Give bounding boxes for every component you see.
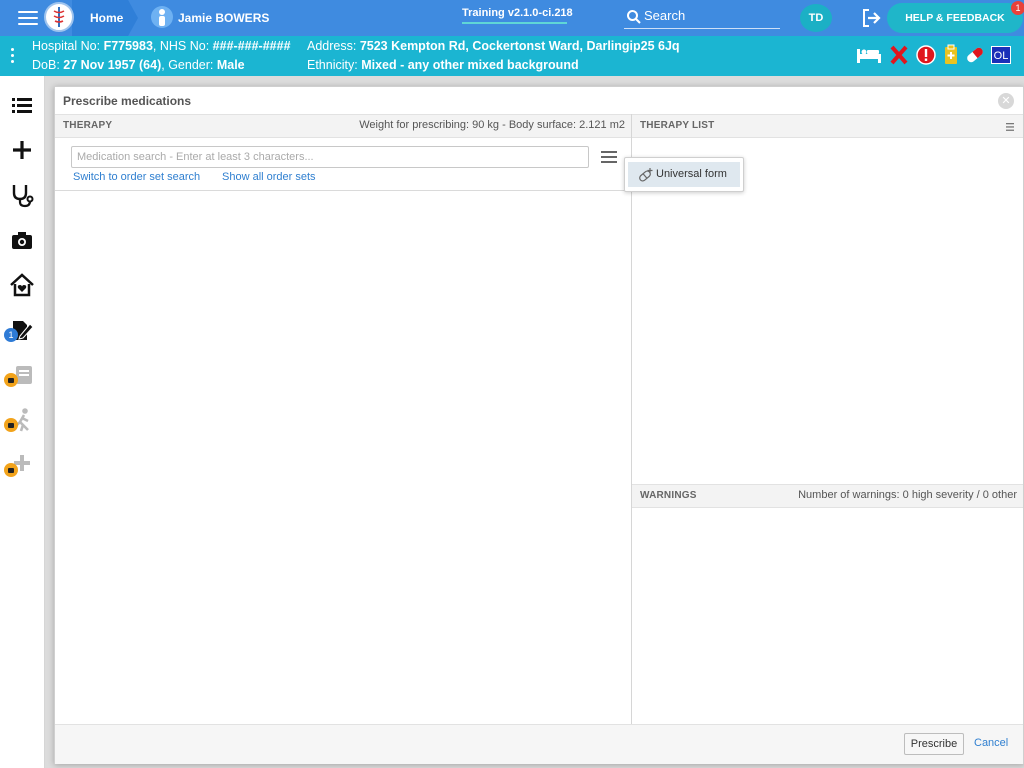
dialog-footer: Prescribe Cancel [55,724,1023,764]
app-logo[interactable] [44,2,74,32]
nav-add-clinical[interactable] [4,451,36,479]
cross-alert-icon[interactable] [890,44,908,66]
nav-camera[interactable] [8,226,36,254]
caduceus-icon [53,7,65,27]
build-underline [462,22,567,24]
switch-order-set-link[interactable]: Switch to order set search [73,171,200,183]
gender-value: Male [216,58,245,72]
search-options-popover: Universal form [624,157,744,192]
nav-add[interactable] [8,136,36,164]
therapy-heading: THERAPY [63,120,113,131]
address-label: Address: [307,39,360,53]
warnings-heading: WARNINGS [640,490,697,501]
lock-icon [4,418,18,432]
notification-badge: 1 [1011,1,1024,15]
banner-line-2: DoB: 27 Nov 1957 (64), Gender: Male [32,58,245,72]
logout-icon[interactable] [860,7,882,29]
ethnicity-label: Ethnicity: [307,58,362,72]
hospital-no-value: F775983 [103,39,153,53]
ethnicity-value: Mixed - any other mixed background [361,58,579,72]
camera-icon [12,232,32,249]
add-pill-icon [639,168,653,182]
dialog-title: Prescribe medications [63,94,192,108]
show-all-order-sets-link[interactable]: Show all order sets [222,171,316,183]
stethoscope-icon [12,185,34,208]
help-feedback-button[interactable]: HELP & FEEDBACK [887,3,1023,33]
nhs-no-label: , NHS No: [152,39,213,53]
global-search[interactable]: Search [624,6,780,29]
address-value: 7523 Kempton Rd, Cockertonst Ward, Darli… [359,39,680,53]
pane-divider [631,114,632,724]
nhs-no-value: ###-###-#### [212,39,291,53]
close-icon[interactable]: ✕ [998,93,1014,109]
list-icon [12,98,32,113]
build-version: Training v2.1.0-ci.218 [462,7,573,19]
cancel-button[interactable]: Cancel [974,737,1008,749]
ol-badge[interactable]: OL [991,46,1011,64]
pill-icon[interactable] [963,44,987,66]
nav-list[interactable] [8,91,36,119]
search-icon [627,10,641,24]
banner-ethnicity: Ethnicity: Mixed - any other mixed backg… [307,58,579,72]
nav-edit-notes[interactable]: 1 [4,316,36,344]
nav-mobility[interactable] [4,406,36,434]
nav-clipboard[interactable] [4,361,36,389]
warning-alert-icon[interactable] [916,44,936,66]
weight-info: Weight for prescribing: 90 kg - Body sur… [359,119,625,131]
prescribe-dialog: Prescribe medications ✕ THERAPY Weight f… [54,86,1024,764]
search-divider [55,190,631,191]
banner-line-1: Hospital No: F775983, NHS No: ###-###-##… [32,39,291,53]
search-label: Search [644,8,686,23]
banner-address: Address: 7523 Kempton Rd, Cockertonst Wa… [307,39,680,53]
prescribe-button[interactable]: Prescribe [904,733,964,755]
therapy-header: THERAPY Weight for prescribing: 90 kg - … [55,114,631,138]
edit-notes-count-badge: 1 [4,328,18,342]
user-avatar[interactable]: TD [800,4,832,32]
home-heart-icon [10,273,34,297]
plus-icon [13,141,31,159]
warnings-header: WARNINGS Number of warnings: 0 high seve… [632,484,1023,508]
search-options-menu-icon[interactable] [601,151,617,163]
bed-icon[interactable] [855,44,883,66]
lock-icon [4,463,18,477]
dob-value: 27 Nov 1957 (64) [63,58,162,72]
document-alert-icon[interactable] [942,44,960,66]
top-bar: Home Jamie BOWERS Training v2.1.0-ci.218… [0,0,1024,36]
medication-search-input[interactable] [71,146,589,168]
banner-more-icon[interactable] [10,48,16,64]
universal-form-label: Universal form [656,168,727,180]
gender-label: , Gender: [161,58,217,72]
dob-label: DoB: [32,58,64,72]
universal-form-menu-item[interactable]: Universal form [628,162,740,187]
home-link[interactable]: Home [90,11,123,25]
nav-clinical[interactable] [8,181,36,209]
patient-name[interactable]: Jamie BOWERS [178,11,269,25]
left-navigation: 1 [0,76,45,768]
nav-home-care[interactable] [8,271,36,299]
patient-icon [151,6,173,28]
patient-banner: Hospital No: F775983, NHS No: ###-###-##… [0,36,1024,76]
main-menu-icon[interactable] [18,11,38,25]
hospital-no-label: Hospital No: [32,39,104,53]
lock-icon [4,373,18,387]
therapy-list-heading: THERAPY LIST [640,120,715,131]
list-menu-icon[interactable] [1006,123,1014,131]
warnings-info: Number of warnings: 0 high severity / 0 … [798,489,1017,501]
therapy-list-header: THERAPY LIST [632,114,1023,138]
